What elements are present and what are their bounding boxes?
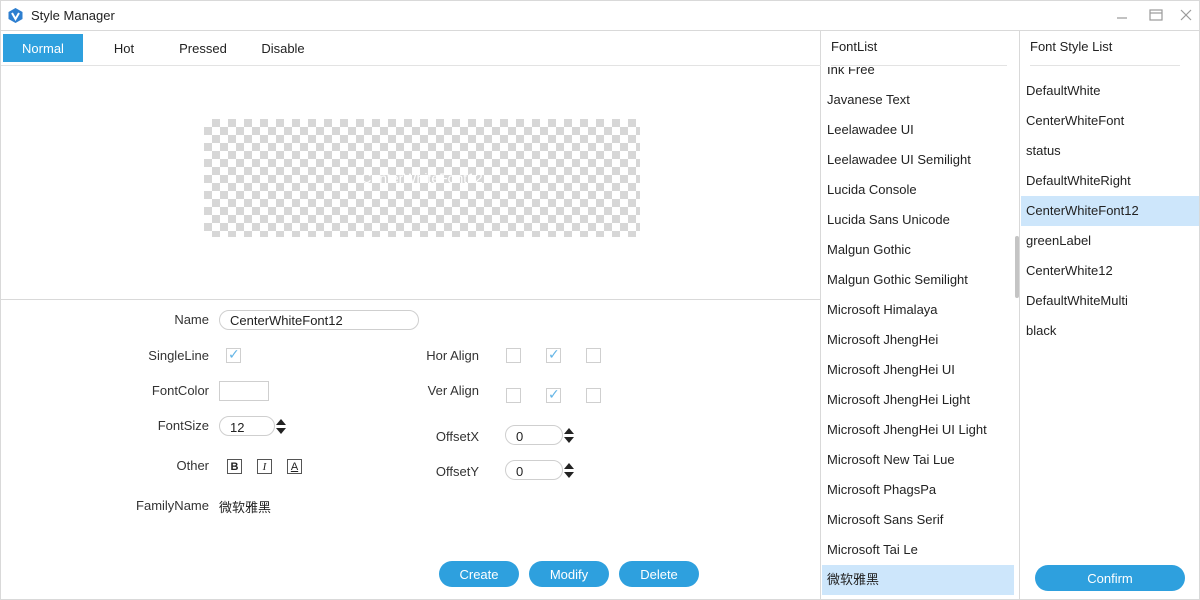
preview-text: CenterWhiteFont12 <box>361 170 483 186</box>
list-item[interactable]: Microsoft Tai Le <box>822 535 1014 565</box>
offsetx-stepper[interactable]: 0 <box>505 425 574 445</box>
list-item[interactable]: Malgun Gothic Semilight <box>822 265 1014 295</box>
fontcolor-label: FontColor <box>151 383 209 398</box>
divider <box>831 65 1007 66</box>
check-icon: ✓ <box>548 386 560 402</box>
offsetx-value: 0 <box>516 429 524 444</box>
familyname-label: FamilyName <box>136 498 209 513</box>
italic-button[interactable]: I <box>257 459 272 474</box>
horalign-label: Hor Align <box>426 348 479 363</box>
list-item[interactable]: 微软雅黑 <box>822 565 1014 595</box>
font-list[interactable]: Ink Free Javanese Text Leelawadee UI Leelaw… <box>822 67 1014 599</box>
list-item[interactable]: Microsoft Himalaya <box>822 295 1014 325</box>
list-item[interactable]: Lucida Sans Unicode <box>822 205 1014 235</box>
fontsize-value: 12 <box>230 420 245 435</box>
window-title: Style Manager <box>31 8 115 23</box>
check-icon: ✓ <box>548 346 560 362</box>
tab-disable[interactable]: Disable <box>253 34 313 62</box>
tab-normal[interactable]: Normal <box>3 34 83 62</box>
list-item[interactable]: CenterWhiteFont12 <box>1021 196 1199 226</box>
bold-button[interactable]: B <box>227 459 242 474</box>
tab-hot[interactable]: Hot <box>101 34 147 62</box>
list-item[interactable]: black <box>1021 316 1199 346</box>
tab-pressed[interactable]: Pressed <box>171 34 235 62</box>
list-item[interactable]: Microsoft JhengHei UI <box>822 355 1014 385</box>
veralign-label: Ver Align <box>427 383 479 398</box>
title-bar: Style Manager <box>0 0 1200 30</box>
minimize-icon[interactable] <box>1113 6 1131 24</box>
list-item[interactable]: Microsoft Sans Serif <box>822 505 1014 535</box>
spin-down-icon[interactable] <box>276 428 286 434</box>
maximize-icon[interactable] <box>1147 6 1165 24</box>
font-style-list[interactable]: DefaultWhite CenterWhiteFont status Default… <box>1021 76 1199 346</box>
list-item[interactable]: DefaultWhite <box>1021 76 1199 106</box>
list-item[interactable]: Microsoft JhengHei Light <box>822 385 1014 415</box>
state-tabs: Normal Hot Pressed Disable <box>1 31 821 66</box>
horalign-center-checkbox[interactable]: ✓ <box>546 346 561 363</box>
delete-button[interactable]: Delete <box>619 561 699 587</box>
confirm-button[interactable]: Confirm <box>1035 565 1185 591</box>
stylelist-title: Font Style List <box>1030 39 1113 54</box>
offsety-stepper[interactable]: 0 <box>505 460 574 480</box>
list-item[interactable]: Microsoft JhengHei <box>822 325 1014 355</box>
divider <box>1030 65 1180 66</box>
check-icon: ✓ <box>228 346 240 362</box>
preview-canvas: CenterWhiteFont12 <box>204 119 640 237</box>
app-logo-icon <box>8 8 23 23</box>
underline-button[interactable]: A <box>287 459 302 474</box>
main-panel: Normal Hot Pressed Disable CenterWhiteFo… <box>0 30 1200 600</box>
list-item[interactable]: Malgun Gothic <box>822 235 1014 265</box>
list-item[interactable]: CenterWhite12 <box>1021 256 1199 286</box>
close-icon[interactable] <box>1177 6 1195 24</box>
offsety-value: 0 <box>516 464 524 479</box>
list-item[interactable]: DefaultWhiteMulti <box>1021 286 1199 316</box>
singleline-checkbox[interactable]: ✓ <box>226 346 241 363</box>
list-item[interactable]: Leelawadee UI Semilight <box>822 145 1014 175</box>
spin-arrows[interactable] <box>564 461 576 481</box>
spin-up-icon[interactable] <box>276 419 286 425</box>
style-form: Name SingleLine ✓ FontColor FontSize 12 … <box>1 301 821 599</box>
fontlist-title: FontList <box>831 39 878 54</box>
list-item[interactable]: Microsoft New Tai Lue <box>822 445 1014 475</box>
style-editor: Normal Hot Pressed Disable CenterWhiteFo… <box>1 31 821 599</box>
fontcolor-swatch[interactable] <box>219 381 269 401</box>
other-label: Other <box>176 458 209 473</box>
fontsize-stepper[interactable]: 12 <box>219 416 286 436</box>
offsety-label: OffsetY <box>435 464 479 479</box>
font-style-list-panel: Font Style List DefaultWhite CenterWhiteF… <box>1021 31 1199 599</box>
list-item[interactable]: Microsoft PhagsPa <box>822 475 1014 505</box>
spin-down-icon[interactable] <box>564 437 574 443</box>
veralign-top-checkbox[interactable] <box>506 388 521 403</box>
list-item[interactable]: Ink Free <box>822 67 1014 85</box>
list-item[interactable]: Microsoft JhengHei UI Light <box>822 415 1014 445</box>
font-list-scrollbar[interactable] <box>1015 236 1019 298</box>
offsetx-label: OffsetX <box>435 429 479 444</box>
spin-up-icon[interactable] <box>564 428 574 434</box>
spin-down-icon[interactable] <box>564 472 574 478</box>
horalign-left-checkbox[interactable] <box>506 348 521 363</box>
spin-arrows[interactable] <box>564 426 576 446</box>
list-item[interactable]: Javanese Text <box>822 85 1014 115</box>
create-button[interactable]: Create <box>439 561 519 587</box>
font-list-items: Ink Free Javanese Text Leelawadee UI Leelaw… <box>822 67 1014 595</box>
veralign-bottom-checkbox[interactable] <box>586 388 601 403</box>
modify-button[interactable]: Modify <box>529 561 609 587</box>
name-label: Name <box>174 312 209 327</box>
horalign-right-checkbox[interactable] <box>586 348 601 363</box>
list-item[interactable]: greenLabel <box>1021 226 1199 256</box>
name-input[interactable] <box>219 310 419 330</box>
singleline-label: SingleLine <box>148 348 209 363</box>
fontsize-label: FontSize <box>157 418 209 433</box>
spin-up-icon[interactable] <box>564 463 574 469</box>
familyname-value: 微软雅黑 <box>219 500 272 515</box>
list-item[interactable]: Leelawadee UI <box>822 115 1014 145</box>
spin-arrows[interactable] <box>276 417 288 437</box>
list-item[interactable]: status <box>1021 136 1199 166</box>
font-list-panel: FontList Ink Free Javanese Text Leelawadee… <box>822 31 1020 599</box>
preview-area: CenterWhiteFont12 <box>1 67 821 300</box>
list-item[interactable]: DefaultWhiteRight <box>1021 166 1199 196</box>
veralign-middle-checkbox[interactable]: ✓ <box>546 386 561 403</box>
list-item[interactable]: CenterWhiteFont <box>1021 106 1199 136</box>
list-item[interactable]: Lucida Console <box>822 175 1014 205</box>
